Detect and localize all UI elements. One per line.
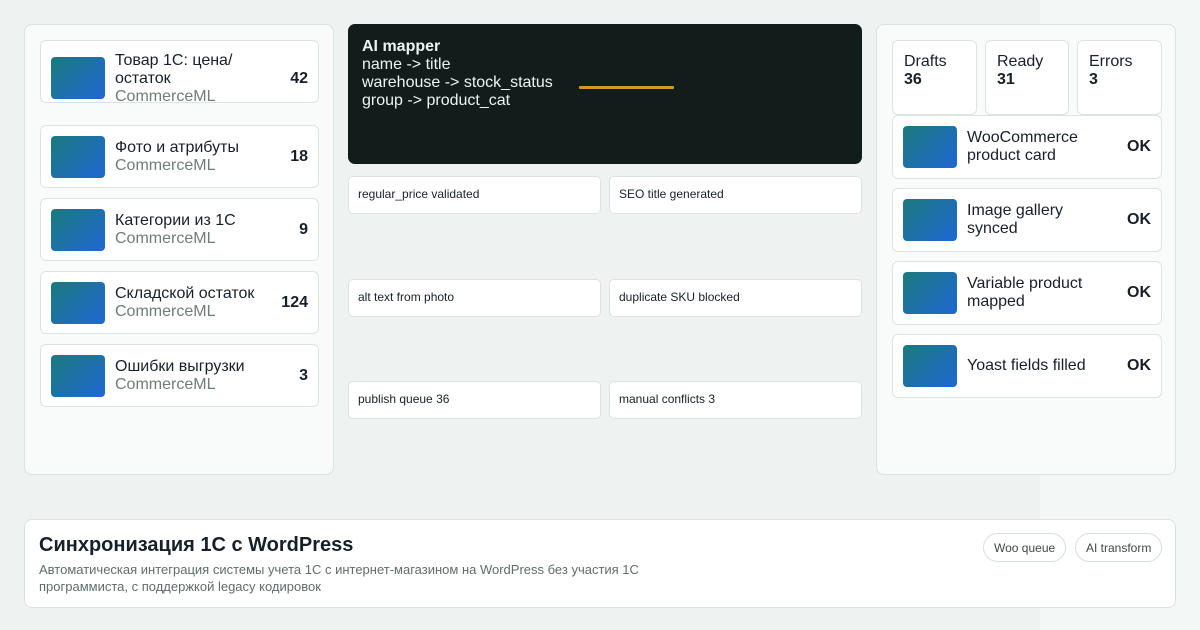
source-item-categories[interactable]: Категории из 1С CommerceML 9: [40, 198, 319, 261]
source-item-subtitle: CommerceML: [115, 230, 216, 247]
source-item-subtitle: CommerceML: [115, 88, 216, 105]
check-tag: SEO title generated: [609, 176, 862, 214]
source-item-subtitle: CommerceML: [115, 376, 216, 393]
output-item-yoast[interactable]: Yoast fields filled OK: [892, 334, 1162, 398]
woo-queue-chip[interactable]: Woo queue: [983, 533, 1067, 562]
page-title: Синхронизация 1С с WordPress: [39, 534, 354, 556]
source-item-photos[interactable]: Фото и атрибуты CommerceML 18: [40, 125, 319, 188]
yoast-thumbnail: [903, 345, 957, 387]
stat-value: 3: [1089, 71, 1098, 88]
source-item-count: 9: [299, 221, 308, 238]
source-item-subtitle: CommerceML: [115, 303, 216, 320]
mapping-line: group -> product_cat: [362, 92, 511, 109]
stat-value: 36: [904, 71, 922, 88]
source-item-title: Складской остаток: [115, 285, 255, 302]
source-item-errors[interactable]: Ошибки выгрузки CommerceML 3: [40, 344, 319, 407]
output-item-woocommerce[interactable]: WooCommerce product card OK: [892, 115, 1162, 179]
woocommerce-thumbnail: [903, 126, 957, 168]
source-item-count: 18: [290, 148, 308, 165]
ai-mapper-panel: AI mapper name -> title warehouse -> sto…: [348, 24, 862, 164]
photos-thumbnail: [51, 136, 105, 178]
output-item-title: Image gallery synced: [967, 202, 1064, 237]
output-item-variable[interactable]: Variable product mapped OK: [892, 261, 1162, 325]
output-status: OK: [1127, 211, 1151, 228]
output-item-title: Yoast fields filled: [967, 357, 1086, 374]
output-status: OK: [1127, 138, 1151, 155]
gallery-thumbnail: [903, 199, 957, 241]
source-item-title: Фото и атрибуты: [115, 139, 239, 156]
variable-thumbnail: [903, 272, 957, 314]
check-tag: duplicate SKU blocked: [609, 279, 862, 317]
source-item-count: 124: [281, 294, 308, 311]
highlight-underline: [579, 86, 674, 89]
ai-transform-chip[interactable]: AI transform: [1075, 533, 1163, 562]
output-panel: Drafts 36 Ready 31 Errors 3 WooCommerce …: [876, 24, 1176, 475]
source-item-stock[interactable]: Складской остаток CommerceML 124: [40, 271, 319, 334]
categories-thumbnail: [51, 209, 105, 251]
check-tag: manual conflicts 3: [609, 381, 862, 419]
output-item-title: Variable product mapped: [967, 275, 1083, 310]
product-thumbnail: [51, 57, 105, 99]
errors-thumbnail: [51, 355, 105, 397]
output-item-gallery[interactable]: Image gallery synced OK: [892, 188, 1162, 252]
source-item-count: 3: [299, 367, 308, 384]
check-tag: regular_price validated: [348, 176, 601, 214]
source-panel: Товар 1С: цена/ остаток CommerceML 42 Фо…: [24, 24, 334, 475]
output-status: OK: [1127, 357, 1151, 374]
source-item-title: Категории из 1С: [115, 212, 236, 229]
source-item-product[interactable]: Товар 1С: цена/ остаток CommerceML 42: [40, 40, 319, 105]
stat-ready[interactable]: Ready 31: [985, 40, 1069, 115]
output-item-title: WooCommerce product card: [967, 129, 1078, 164]
source-item-title: Ошибки выгрузки: [115, 358, 245, 375]
source-item-count: 42: [290, 70, 308, 87]
check-tag: publish queue 36: [348, 381, 601, 419]
stat-errors[interactable]: Errors 3: [1077, 40, 1162, 115]
mapping-line: warehouse -> stock_status: [362, 74, 553, 91]
stat-value: 31: [997, 71, 1015, 88]
stat-label: Ready: [997, 53, 1044, 70]
check-tag: alt text from photo: [348, 279, 601, 317]
stat-drafts[interactable]: Drafts 36: [892, 40, 977, 115]
output-status: OK: [1127, 284, 1151, 301]
stock-thumbnail: [51, 282, 105, 324]
mapping-line: name -> title: [362, 56, 451, 73]
source-item-title: Товар 1С: цена/ остаток: [115, 52, 233, 87]
page-description: Автоматическая интеграция системы учета …: [39, 562, 639, 594]
ai-mapper-title: AI mapper: [362, 38, 441, 55]
footer-panel: Синхронизация 1С с WordPress Автоматичес…: [24, 519, 1176, 608]
stat-label: Drafts: [904, 53, 947, 70]
source-item-subtitle: CommerceML: [115, 157, 216, 174]
stat-label: Errors: [1089, 53, 1133, 70]
